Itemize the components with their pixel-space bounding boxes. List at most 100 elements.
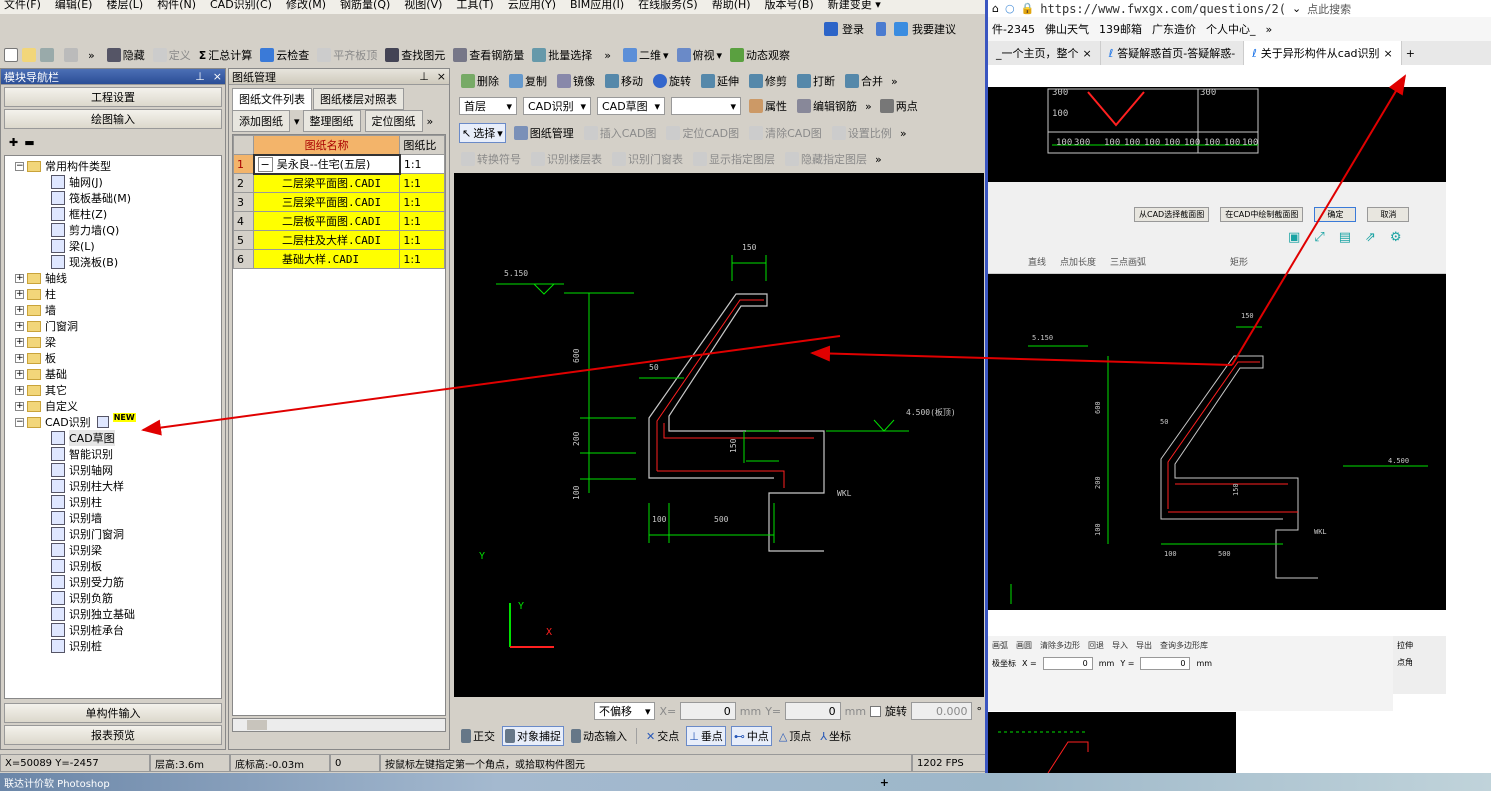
overflow-chevron[interactable]: » [891,75,898,88]
browser-tab[interactable]: _一个主页，整个 × [988,41,1101,65]
pin-icon[interactable]: ⊥ [195,70,205,83]
tree-node-shear-wall[interactable]: 剪力墙(Q) [5,222,221,238]
define-button[interactable]: 定义 [151,46,193,64]
rotate-checkbox[interactable] [870,705,882,717]
draw-in-cad-button[interactable]: 在CAD中绘制截面图 [1220,207,1304,222]
url-text[interactable]: https://www.fwxgx.com/questions/2( [1040,2,1286,16]
tree-folder-other[interactable]: + 其它 [5,382,221,398]
perpendicular-snap[interactable]: ⊥ 垂点 [686,726,726,746]
overflow-chevron[interactable]: » [900,127,907,140]
tree-folder-door[interactable]: + 门窗洞 [5,318,221,334]
menu-edit[interactable]: 编辑(E) [55,0,93,12]
bookmark-item[interactable]: 个人中心_ [1206,21,1256,37]
move-button[interactable]: 移动 [603,72,645,90]
tree-node-recognize-wall[interactable]: 识别墙 [5,510,221,526]
two-point-button[interactable]: 两点 [878,97,920,115]
y-input[interactable]: 0 [1140,656,1191,670]
edit-rebar-button[interactable]: 编辑钢筋 [795,97,859,115]
expand-all-icon[interactable]: ✚ [9,136,18,149]
tree-node-recognize-column-detail[interactable]: 识别柱大样 [5,478,221,494]
tree-node-common[interactable]: − 常用构件类型 [5,158,221,174]
y-input[interactable]: 0 [785,702,841,720]
cancel-button[interactable]: 取消 [1367,207,1410,222]
close-icon[interactable]: × [437,70,446,83]
type-select[interactable]: CAD识别 ▾ [523,97,591,115]
menu-rebar[interactable]: 钢筋量(Q) [340,0,390,12]
overflow-chevron-2[interactable]: » [604,49,611,62]
tree-node-column[interactable]: 框柱(Z) [5,206,221,222]
collapse-toggle[interactable]: − [15,161,24,171]
menu-modify[interactable]: 修改(M) [286,0,326,12]
menu-view[interactable]: 视图(V) [404,0,442,12]
close-icon[interactable]: × [1384,47,1393,60]
stretch-button[interactable]: 拉伸 [1397,640,1442,651]
tree-folder-wall[interactable]: + 墙 [5,302,221,318]
menu-new-change[interactable]: 新建变更 ▾ [828,0,881,12]
menu-online[interactable]: 在线服务(S) [638,0,698,12]
ortho-toggle[interactable]: 正交 [459,727,497,745]
undo-icon[interactable] [64,48,78,62]
vertex-snap[interactable]: △ 顶点 [777,727,813,745]
table-row[interactable]: 5 二层柱及大样.CADI 1:1 [233,230,445,250]
three-point-arc-tool[interactable]: 三点画弧 [1110,255,1146,268]
point-length-tool[interactable]: 点加长度 [1060,255,1096,268]
expand-toggle[interactable]: + [15,305,24,315]
new-file-icon[interactable] [4,48,18,62]
sub-type-select[interactable]: CAD草图 ▾ [597,97,665,115]
table-row[interactable]: 4 二层板平面图.CADI 1:1 [233,211,445,231]
plus-icon[interactable]: + [880,776,889,789]
extend-button[interactable]: 延伸 [699,72,741,90]
collapse-toggle[interactable]: − [257,157,273,172]
expand-toggle[interactable]: + [15,289,24,299]
tree-node-cad[interactable]: − CAD识别 NEW [5,412,221,430]
convert-symbol-button[interactable]: 转换符号 [459,150,523,168]
tree-node-recognize-pile-cap[interactable]: 识别桩承台 [5,622,221,638]
tree-node-recognize-axis[interactable]: 识别轴网 [5,462,221,478]
open-folder-icon[interactable] [22,48,36,62]
new-tab-icon[interactable]: + [1406,47,1415,60]
tree-node-recognize-beam[interactable]: 识别梁 [5,542,221,558]
expand-icon[interactable]: ⤢ [1314,230,1324,245]
expand-toggle[interactable]: + [15,353,24,363]
search-box[interactable]: 点此搜索 [1307,1,1351,17]
tree-node-recognize-column[interactable]: 识别柱 [5,494,221,510]
close-icon[interactable]: × [1083,47,1092,60]
chevron-down-icon[interactable]: ⌄ [1292,2,1301,15]
table-row[interactable]: 3 三层梁平面图.CADI 1:1 [233,192,445,212]
menu-cloud[interactable]: 云应用(Y) [508,0,556,12]
browser-tab[interactable]: ℓ 答疑解惑首页-答疑解惑- [1101,41,1245,65]
offset-select[interactable]: 不偏移 ▾ [594,702,656,720]
save-icon[interactable] [40,48,54,62]
col-name-header[interactable]: 图纸名称 [252,135,401,155]
x-input[interactable]: 0 [1042,656,1093,670]
save-icon[interactable]: ▤ [1339,230,1351,245]
calc-button[interactable]: Σ 汇总计算 [197,46,255,64]
cloud-check-button[interactable]: 云检查 [258,46,311,64]
rotate-input[interactable]: 0.000 [911,702,973,720]
set-scale-button[interactable]: 设置比例 [830,124,894,142]
copy-button[interactable]: 复制 [507,72,549,90]
hide-button[interactable]: 隐藏 [105,46,147,64]
reload-icon[interactable]: ○ [1005,2,1015,15]
overflow-chevron[interactable]: » [1265,23,1272,36]
point-angle-button[interactable]: 点角 [1397,657,1442,668]
name-select[interactable]: ▾ [671,97,741,115]
crop-icon[interactable]: ▣ [1288,230,1300,245]
bell-icon[interactable] [876,22,886,36]
break-button[interactable]: 打断 [795,72,837,90]
bookmark-item[interactable]: 广东造价 [1152,21,1196,37]
overflow-chevron[interactable]: » [875,153,882,166]
floor-select[interactable]: 首层 ▾ [459,97,517,115]
bookmark-item[interactable]: 佛山天气 [1045,21,1089,37]
bookmark-item[interactable]: 件-2345 [992,21,1035,37]
menu-file[interactable]: 文件(F) [4,0,41,12]
expand-toggle[interactable]: + [15,401,24,411]
menu-cad[interactable]: CAD识别(C) [210,0,272,12]
menu-component[interactable]: 构件(N) [157,0,196,12]
close-icon[interactable]: × [213,70,222,83]
pin-icon[interactable]: ⊥ [419,70,429,83]
rectangle-tool[interactable]: 矩形 [1230,255,1248,268]
intersection-snap[interactable]: ✕ 交点 [644,727,681,745]
tab-floor-map[interactable]: 图纸楼层对照表 [313,88,404,110]
browser-tab-active[interactable]: ℓ 关于异形构件从cad识别 × [1244,41,1402,65]
